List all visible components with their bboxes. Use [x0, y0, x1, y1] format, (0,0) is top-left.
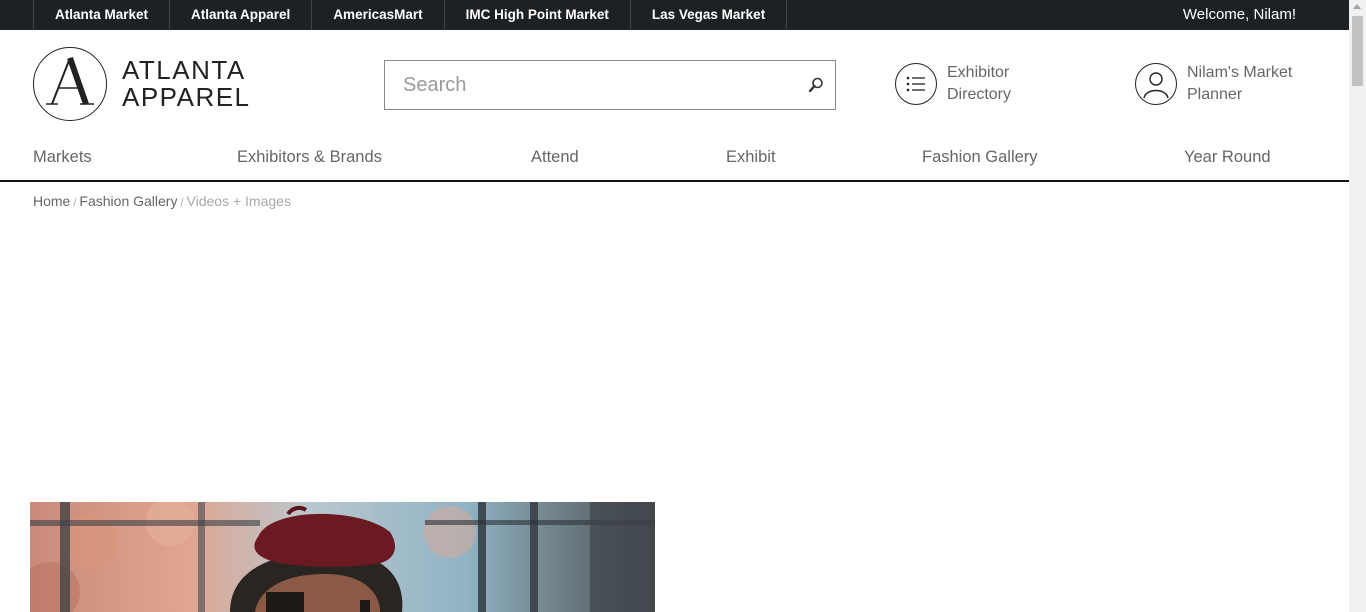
market-link-las-vegas[interactable]: Las Vegas Market [631, 0, 788, 30]
exhibitor-directory-label: Exhibitor Directory [947, 62, 1011, 106]
logo-line-2: APPAREL [122, 82, 251, 112]
page-scrollbar[interactable] [1349, 0, 1366, 612]
scroll-up-arrow-icon[interactable] [1353, 4, 1361, 9]
breadcrumb-home[interactable]: Home [33, 193, 70, 209]
market-link-atlanta-apparel[interactable]: Atlanta Apparel [170, 0, 313, 30]
welcome-message[interactable]: Welcome, Nilam! [1183, 0, 1296, 30]
breadcrumb: Home / Fashion Gallery / Videos + Images [33, 193, 291, 209]
nav-item-exhibitors-brands[interactable]: Exhibitors & Brands [237, 148, 382, 167]
nav-item-year-round[interactable]: Year Round [1184, 148, 1271, 167]
logo-a-monogram-icon [46, 57, 94, 105]
market-links: Atlanta Market Atlanta Apparel AmericasM… [33, 0, 788, 30]
market-planner-line-1: Nilam's Market [1187, 64, 1293, 81]
exhibitor-directory-line-2: Directory [947, 86, 1012, 103]
breadcrumb-current: Videos + Images [186, 193, 291, 209]
nav-item-attend[interactable]: Attend [531, 148, 579, 167]
logo-wordmark: ATLANTA APPAREL [122, 57, 251, 111]
model-in-beret-image [30, 502, 655, 612]
exhibitor-directory-line-1: Exhibitor [947, 64, 1010, 81]
nav-item-markets[interactable]: Markets [33, 148, 92, 167]
market-link-atlanta-market[interactable]: Atlanta Market [34, 0, 171, 30]
exhibitor-directory-link[interactable]: Exhibitor Directory [895, 62, 1011, 106]
market-planner-label: Nilam's Market Planner [1187, 62, 1292, 106]
market-planner-line-2: Planner [1187, 86, 1243, 103]
main-navigation: Markets Exhibitors & Brands Attend Exhib… [0, 142, 1349, 182]
list-icon [895, 63, 937, 105]
market-link-americasmart[interactable]: AmericasMart [312, 0, 445, 30]
top-market-bar: Atlanta Market Atlanta Apparel AmericasM… [0, 0, 1349, 30]
breadcrumb-separator: / [180, 197, 184, 209]
atlanta-apparel-logo[interactable]: ATLANTA APPAREL [33, 47, 279, 123]
nav-item-exhibit[interactable]: Exhibit [726, 148, 776, 167]
search-icon[interactable] [807, 76, 825, 94]
breadcrumb-separator: / [73, 197, 77, 209]
search-input[interactable] [385, 61, 803, 109]
breadcrumb-fashion-gallery[interactable]: Fashion Gallery [79, 193, 177, 209]
market-planner-link[interactable]: Nilam's Market Planner [1135, 62, 1292, 106]
user-icon [1135, 63, 1177, 105]
scrollbar-thumb[interactable] [1352, 16, 1363, 86]
logo-line-1: ATLANTA [122, 55, 246, 85]
nav-item-fashion-gallery[interactable]: Fashion Gallery [922, 148, 1038, 167]
market-link-imc-high-point[interactable]: IMC High Point Market [445, 0, 631, 30]
site-search [384, 60, 836, 110]
gallery-photo[interactable] [30, 502, 655, 612]
logo-emblem [33, 47, 107, 121]
